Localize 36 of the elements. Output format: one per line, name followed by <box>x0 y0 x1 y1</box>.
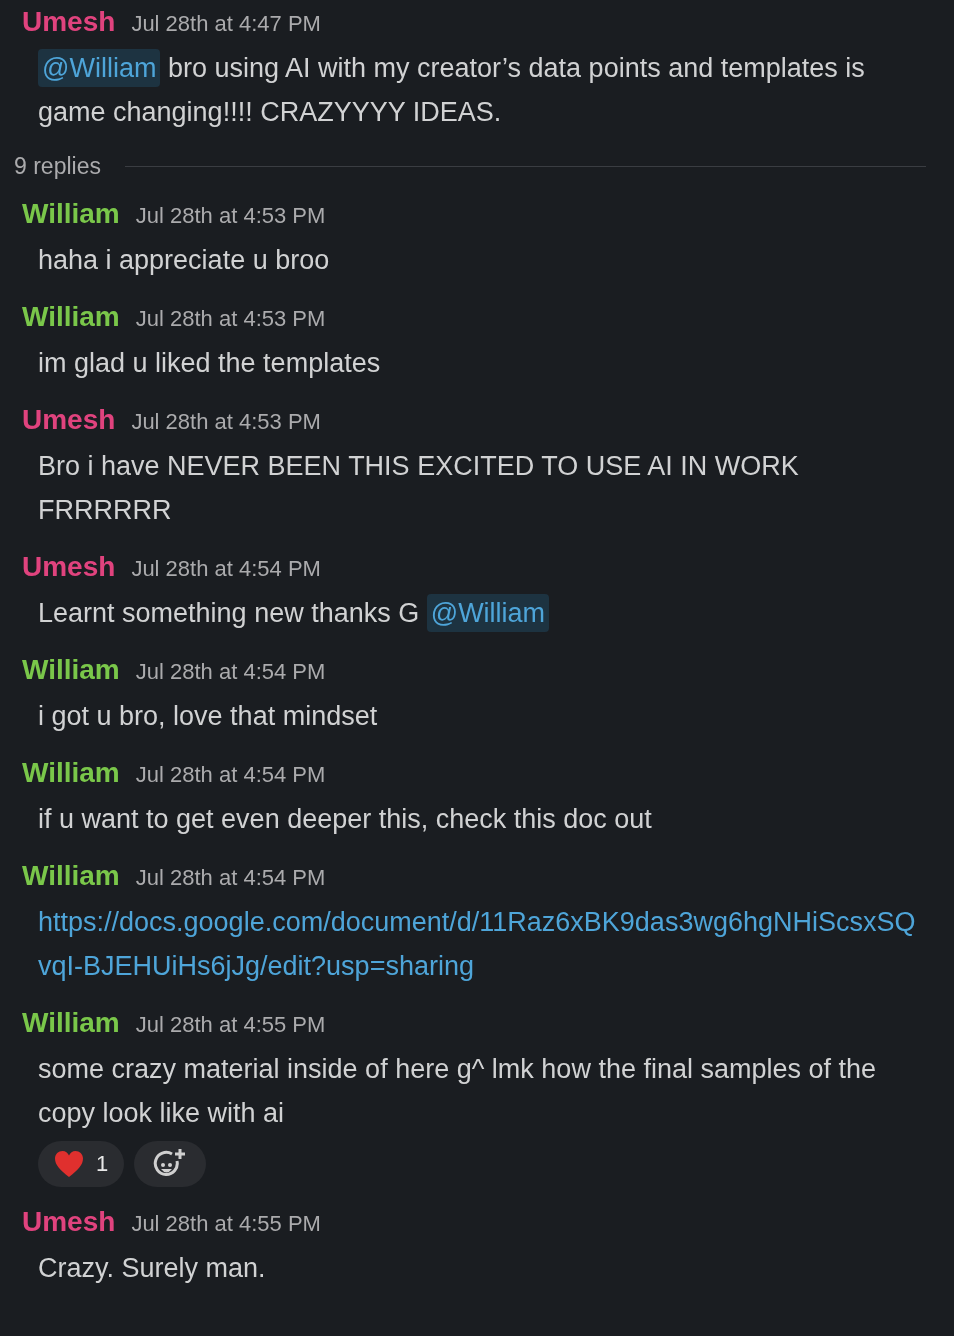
timestamp[interactable]: Jul 28th at 4:54 PM <box>135 865 326 891</box>
author-name[interactable]: Umesh <box>22 404 116 436</box>
timestamp[interactable]: Jul 28th at 4:47 PM <box>131 11 321 37</box>
document-link[interactable]: https://docs.google.com/document/d/11Raz6xBK9das3wg6hgNHiScsxSQvqI-BJEHUiHs6jJg/edit?usp=sharing <box>38 900 926 988</box>
author-name[interactable]: William <box>22 301 120 333</box>
message-text: @William bro using AI with my creator’s data points and templates is game changing!!!! CRAZYYYY IDEAS. <box>22 46 926 134</box>
author-name[interactable]: Umesh <box>22 6 116 38</box>
timestamp[interactable]: Jul 28th at 4:53 PM <box>131 409 321 435</box>
timestamp[interactable]: Jul 28th at 4:53 PM <box>135 203 326 229</box>
mention-link[interactable]: @William <box>38 49 161 87</box>
author-name[interactable]: William <box>22 1007 120 1039</box>
author-name[interactable]: William <box>22 198 120 230</box>
author-name[interactable]: William <box>22 757 120 789</box>
message-text: im glad u liked the templates <box>37 347 382 380</box>
add-reaction-button[interactable] <box>134 1141 207 1187</box>
message-text: i got u bro, love that mindset <box>37 700 379 733</box>
timestamp[interactable]: Jul 28th at 4:55 PM <box>131 1211 321 1237</box>
message-text: if u want to get even deeper this, check this doc out <box>37 803 653 836</box>
author-name[interactable]: Umesh <box>22 1206 116 1238</box>
message-text: Crazy. Surely man. <box>37 1252 267 1285</box>
message-text: haha i appreciate u broo <box>37 244 331 277</box>
heart-icon <box>54 1150 84 1178</box>
message-text: some crazy material inside of here g^ lmk how the final samples of the copy look like with ai <box>37 1053 878 1130</box>
mention-link[interactable]: @William <box>426 594 550 632</box>
message-text: Bro i have NEVER BEEN THIS EXCITED TO USE AI IN WORK FRRRRRR <box>37 450 800 527</box>
timestamp[interactable]: Jul 28th at 4:53 PM <box>135 306 326 332</box>
timestamp[interactable]: Jul 28th at 4:55 PM <box>135 1012 326 1038</box>
author-name[interactable]: William <box>22 860 120 892</box>
timestamp[interactable]: Jul 28th at 4:54 PM <box>135 659 326 685</box>
reaction-button[interactable]: 1 <box>38 1141 125 1187</box>
author-name[interactable]: William <box>22 654 120 686</box>
timestamp[interactable]: Jul 28th at 4:54 PM <box>131 556 321 582</box>
author-name[interactable]: Umesh <box>22 551 116 583</box>
timestamp[interactable]: Jul 28th at 4:54 PM <box>135 762 326 788</box>
reply-count[interactable]: 9 replies <box>14 153 101 180</box>
message-text: Learnt something new thanks G @William <box>22 591 926 635</box>
